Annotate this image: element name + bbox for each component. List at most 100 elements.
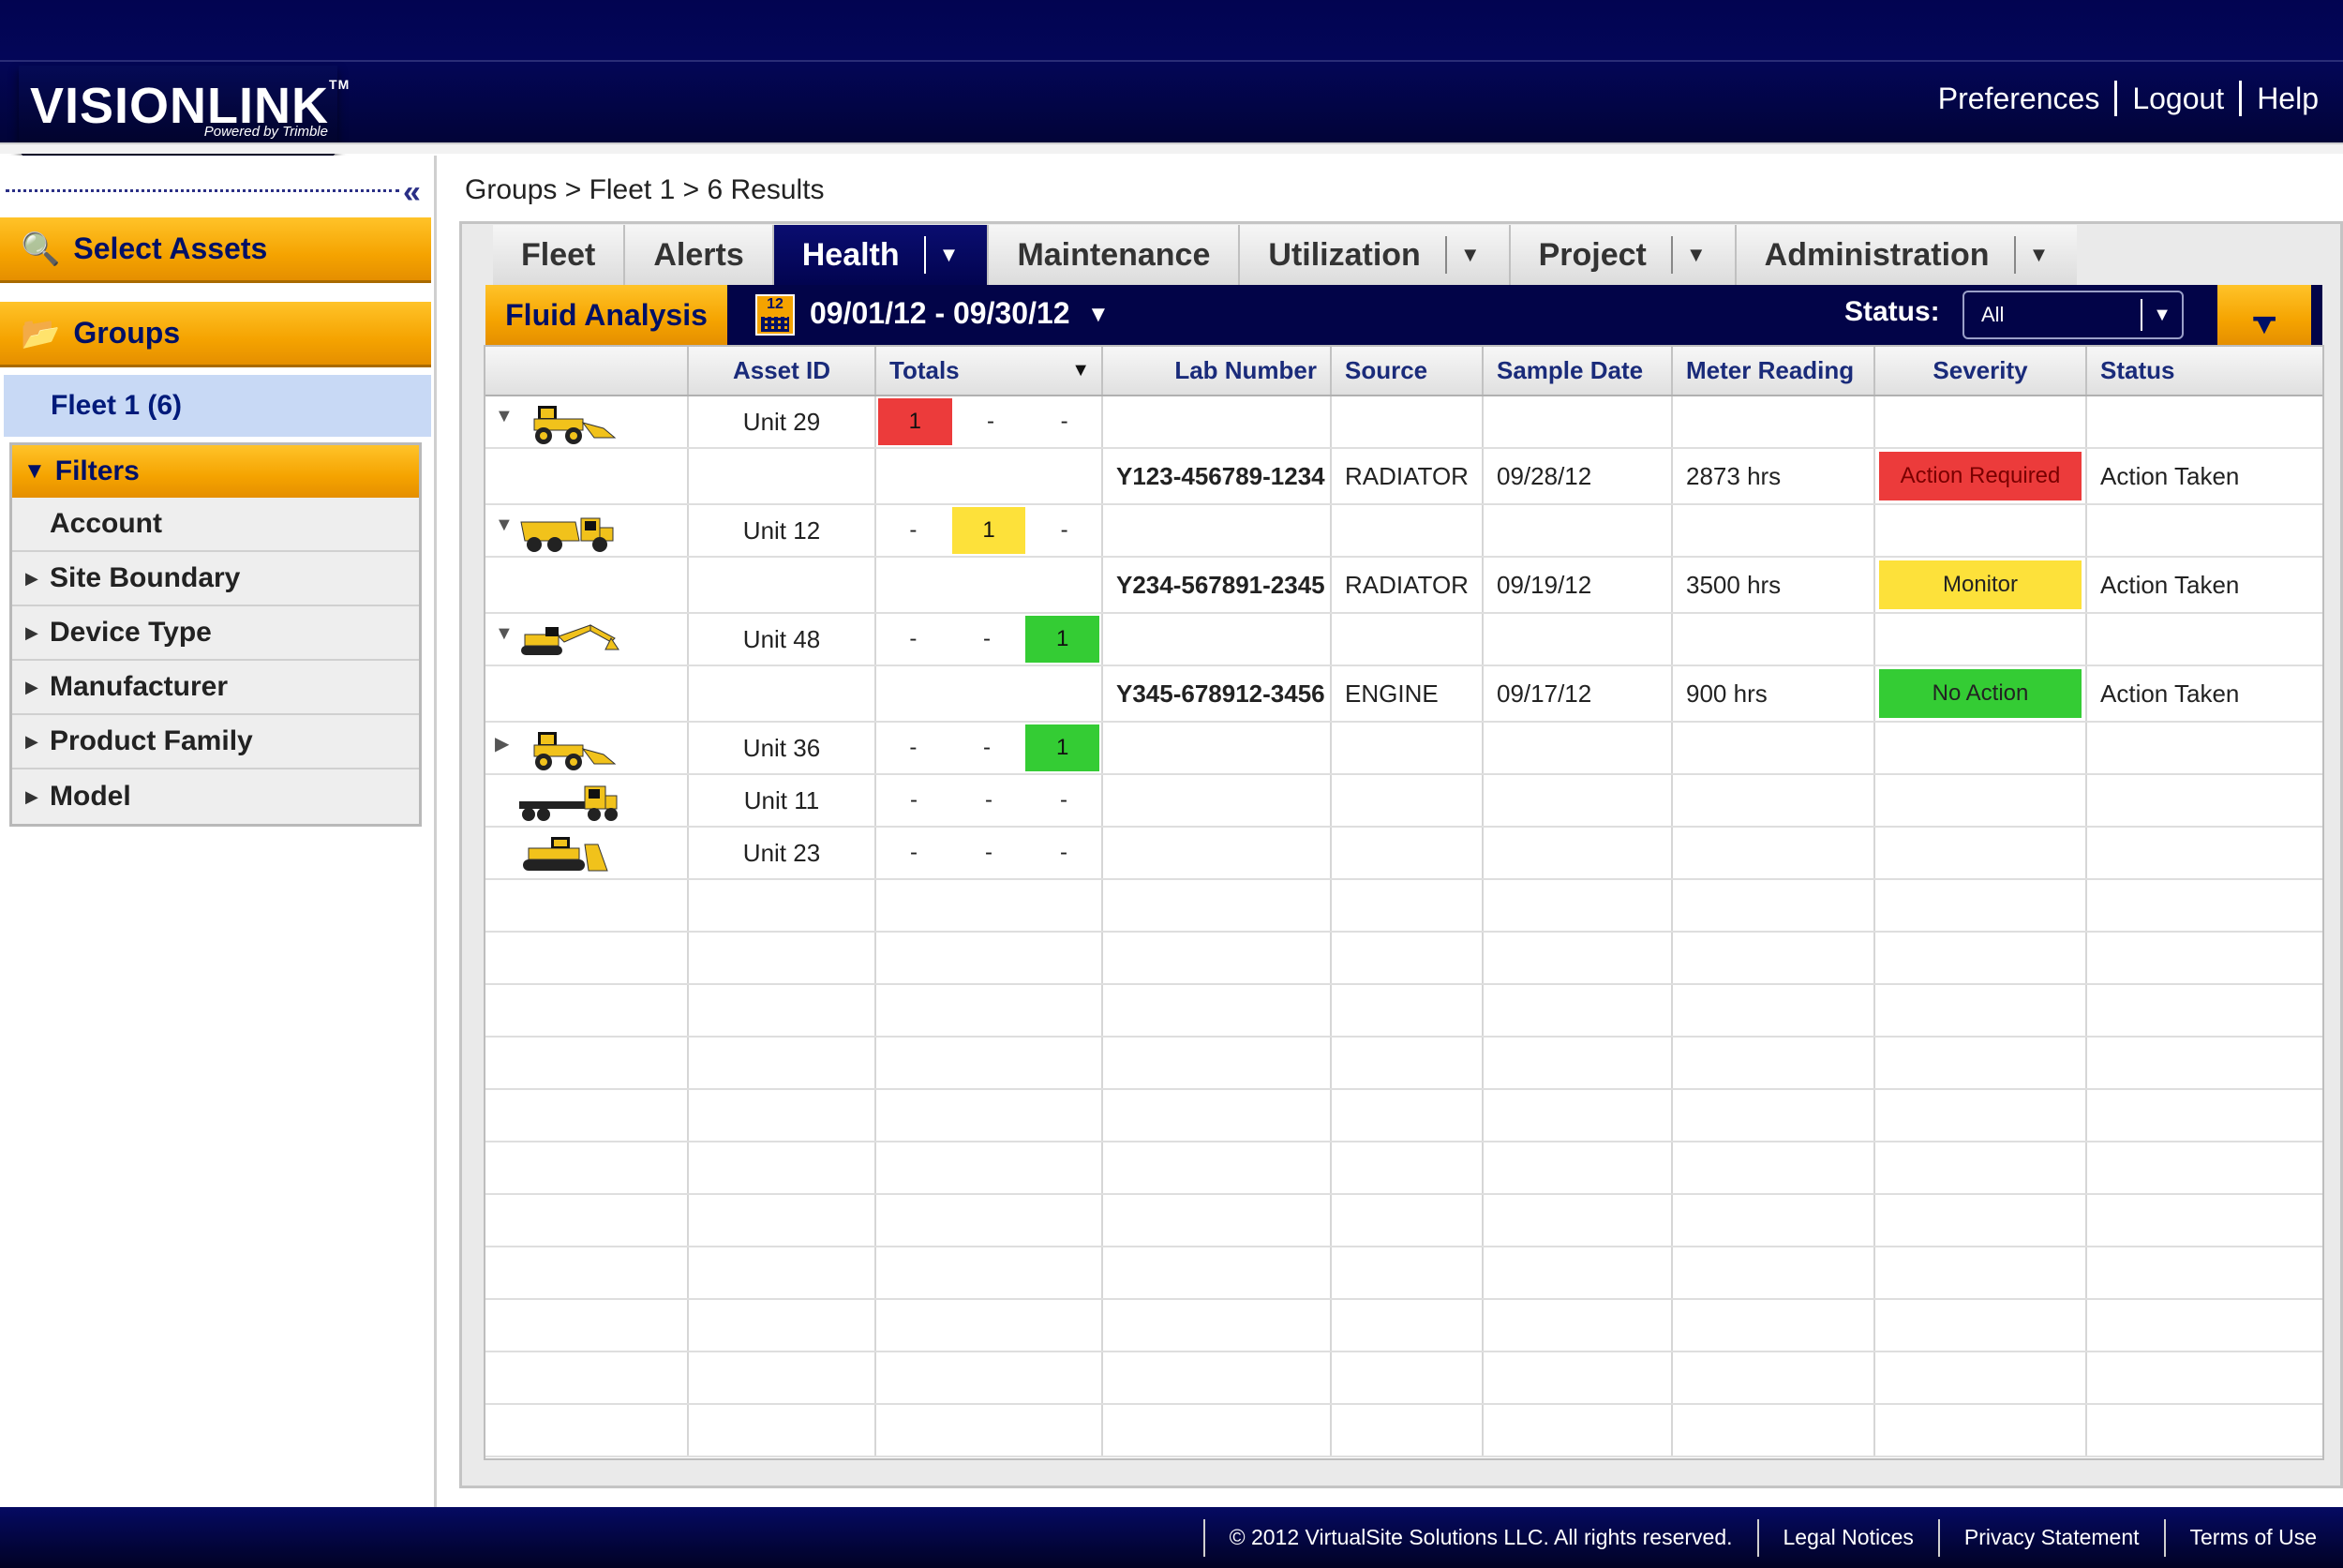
table-row[interactable]: Unit 23 - - -: [485, 827, 2322, 880]
empty-cell: [875, 1037, 1103, 1090]
asset-id-cell[interactable]: Unit 29: [688, 396, 876, 449]
tab-fleet[interactable]: Fleet: [493, 225, 626, 285]
tab-health[interactable]: Health ▼: [773, 225, 990, 285]
table-row[interactable]: ▼ Unit 48 - - 1: [485, 613, 2322, 666]
status-cell: [2086, 504, 2322, 558]
empty-cell: [1672, 932, 1875, 985]
asset-id-cell[interactable]: Unit 23: [688, 827, 876, 880]
filter-site-boundary[interactable]: ▶ Site Boundary: [12, 552, 419, 606]
excavator-icon: [521, 624, 619, 655]
severity-cell: [1874, 722, 2087, 775]
chevron-down-icon[interactable]: ▼: [1087, 302, 1110, 328]
column-header-sample-date[interactable]: Sample Date: [1483, 347, 1673, 396]
empty-cell: [1331, 984, 1484, 1038]
table-row[interactable]: ▼ Unit 29 1 - -: [485, 396, 2322, 449]
chevron-down-icon: ▼: [2141, 299, 2182, 331]
column-header-source[interactable]: Source: [1331, 347, 1484, 396]
empty-row: [485, 879, 2322, 933]
table-row[interactable]: ▼ Unit 12 - 1 -: [485, 504, 2322, 558]
totals-cell: - - -: [875, 774, 1103, 828]
caret-right-icon: ▶: [25, 568, 38, 588]
legal-notices-link[interactable]: Legal Notices: [1783, 1525, 1914, 1550]
filter-device-type[interactable]: ▶ Device Type: [12, 606, 419, 661]
column-header-severity[interactable]: Severity: [1874, 347, 2087, 396]
asset-id-cell[interactable]: Unit 11: [688, 774, 876, 828]
privacy-statement-link[interactable]: Privacy Statement: [1964, 1525, 2140, 1550]
column-header-status[interactable]: Status: [2086, 347, 2322, 396]
preferences-link[interactable]: Preferences: [1938, 82, 2100, 116]
tab-administration[interactable]: Administration ▼: [1736, 225, 2078, 285]
status-filter-label: Status:: [1844, 296, 1940, 327]
column-header-asset-id[interactable]: Asset ID: [688, 347, 876, 396]
chevron-down-icon[interactable]: ▼: [1670, 236, 1707, 274]
empty-row: [485, 1404, 2322, 1457]
link-separator: [2239, 81, 2243, 116]
expand-cell: [485, 665, 689, 723]
tab-utilization[interactable]: Utilization ▼: [1240, 225, 1511, 285]
groups-button[interactable]: 📂 Groups: [0, 302, 431, 367]
collapse-row-icon[interactable]: ▼: [495, 515, 514, 536]
tab-project[interactable]: Project ▼: [1510, 225, 1737, 285]
empty-row: [485, 1037, 2322, 1090]
total-no-action[interactable]: 1: [1025, 724, 1100, 771]
asset-id-cell[interactable]: Unit 48: [688, 613, 876, 666]
filter-manufacturer[interactable]: ▶ Manufacturer: [12, 661, 419, 715]
tab-maintenance[interactable]: Maintenance: [989, 225, 1241, 285]
expand-cell: ▼: [485, 504, 689, 558]
empty-cell: [1672, 984, 1875, 1038]
filter-model[interactable]: ▶ Model: [12, 769, 419, 824]
meter-reading-cell: 900 hrs: [1672, 665, 1875, 723]
empty-cell: [875, 932, 1103, 985]
filters-header[interactable]: ▼ Filters: [12, 445, 419, 498]
footer: © 2012 VirtualSite Solutions LLC. All ri…: [0, 1507, 2343, 1568]
empty-row: [485, 1299, 2322, 1352]
help-link[interactable]: Help: [2257, 82, 2319, 116]
collapse-sidebar-icon[interactable]: «: [403, 174, 421, 211]
logout-link[interactable]: Logout: [2132, 82, 2224, 116]
lab-number-link[interactable]: Y123-456789-1234: [1102, 448, 1332, 505]
empty-cell: [688, 1351, 876, 1405]
collapse-row-icon[interactable]: ▼: [495, 406, 514, 427]
meter-cell: [1672, 504, 1875, 558]
lab-number-link[interactable]: Y234-567891-2345: [1102, 557, 1332, 614]
column-header-lab-number[interactable]: Lab Number: [1102, 347, 1332, 396]
chevron-down-icon[interactable]: ▼: [923, 236, 959, 274]
table-row[interactable]: ▶ Unit 36 - - 1: [485, 722, 2322, 775]
asset-id-cell[interactable]: Unit 12: [688, 504, 876, 558]
severity-cell: Monitor: [1874, 557, 2087, 614]
asset-id-cell[interactable]: Unit 36: [688, 722, 876, 775]
select-assets-button[interactable]: 🔍 Select Assets: [0, 217, 431, 283]
lab-number-link[interactable]: Y345-678912-3456: [1102, 665, 1332, 723]
table-row[interactable]: Unit 11 - - -: [485, 774, 2322, 828]
column-header-meter-reading[interactable]: Meter Reading: [1672, 347, 1875, 396]
total-no-action[interactable]: 1: [1025, 616, 1100, 663]
status-cell: [2086, 613, 2322, 666]
toggle-filters-button[interactable]: ▁ ▼: [2217, 285, 2311, 345]
status-select[interactable]: All ▼: [1962, 291, 2184, 339]
fluid-analysis-label: Fluid Analysis: [505, 297, 708, 332]
sort-down-icon[interactable]: ▼: [1071, 360, 1090, 381]
total-monitor[interactable]: 1: [951, 507, 1026, 554]
date-range-picker[interactable]: 09/01/12 - 09/30/12: [810, 296, 1070, 331]
terms-of-use-link[interactable]: Terms of Use: [2190, 1525, 2317, 1550]
tab-alerts[interactable]: Alerts: [625, 225, 774, 285]
column-header-expand: [485, 347, 689, 396]
empty-cell: [1874, 1037, 2087, 1090]
empty-cell: [688, 1089, 876, 1142]
column-header-totals[interactable]: Totals ▼: [875, 347, 1103, 396]
status-cell: Action Taken: [2086, 557, 2322, 614]
filter-label: Device Type: [50, 617, 212, 648]
empty-cell: [1331, 1299, 1484, 1352]
sidebar-item-fleet-1[interactable]: Fleet 1 (6): [4, 375, 431, 437]
tab-fluid-analysis[interactable]: Fluid Analysis: [485, 285, 727, 345]
total-no-action: -: [1060, 787, 1067, 813]
chevron-down-icon[interactable]: ▼: [1444, 236, 1481, 274]
filter-product-family[interactable]: ▶ Product Family: [12, 715, 419, 769]
calendar-icon[interactable]: 12: [755, 294, 795, 336]
filter-account[interactable]: Account: [12, 498, 419, 552]
expand-row-icon[interactable]: ▶: [495, 732, 509, 755]
collapse-row-icon[interactable]: ▼: [495, 623, 514, 645]
chevron-down-icon[interactable]: ▼: [2013, 236, 2049, 274]
total-monitor: -: [985, 840, 992, 865]
total-action-required[interactable]: 1: [878, 398, 952, 445]
